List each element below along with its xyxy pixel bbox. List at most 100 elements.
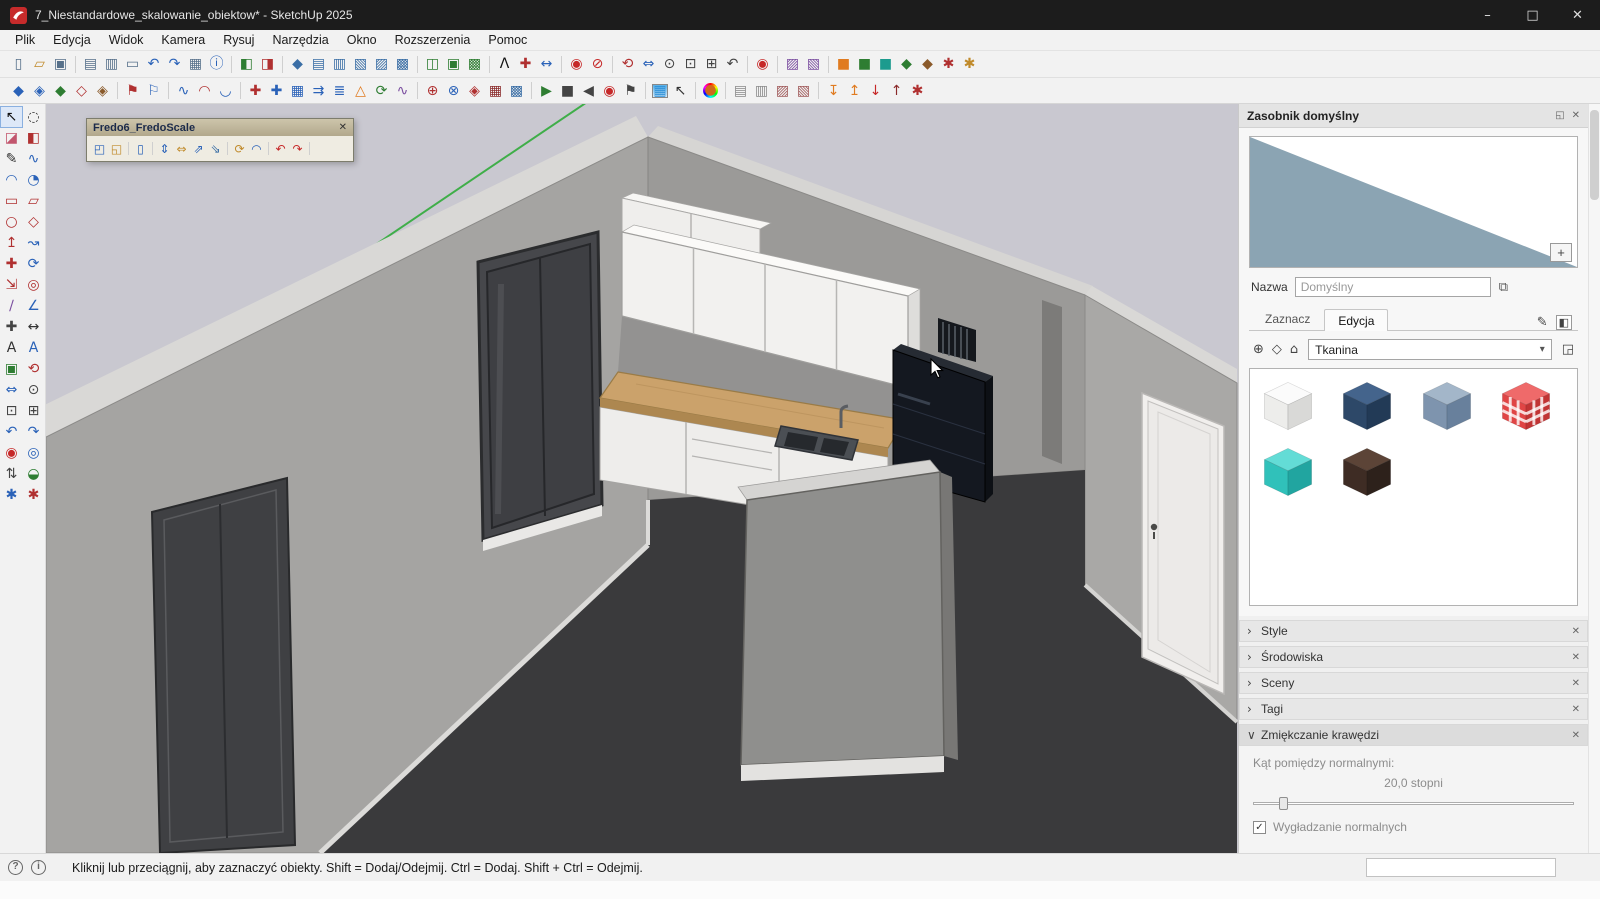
copy-button[interactable]: ▤ (80, 54, 101, 74)
fredoscale-close-icon[interactable]: ✕ (339, 122, 347, 133)
paste-button[interactable]: ▥ (101, 54, 122, 74)
extension-button[interactable]: ✱ (938, 54, 959, 74)
section-plane-tool-icon[interactable]: ▣ (1, 359, 22, 379)
import-down-button[interactable]: ↧ (823, 81, 844, 101)
material-name-input[interactable] (1295, 277, 1491, 297)
make-component-button[interactable]: ◧ (236, 54, 257, 74)
home-icon[interactable]: ⌂ (1290, 342, 1298, 357)
scrollbar-thumb[interactable] (1590, 110, 1599, 200)
eyedropper-icon[interactable]: ✎ (1537, 315, 1548, 330)
new-file-button[interactable]: ▯ (8, 54, 29, 74)
zoom-previous-button[interactable]: ↶ (722, 54, 743, 74)
match-photo-button[interactable]: ▧ (803, 54, 824, 74)
scene-pin-button[interactable]: ⚑ (620, 81, 641, 101)
pan-tool-icon[interactable]: ⇔ (1, 380, 22, 400)
materials-button[interactable]: ■ (875, 54, 896, 74)
zoom-extents-button[interactable]: ⊞ (701, 54, 722, 74)
scale-tool-icon[interactable]: ⇲ (1, 275, 22, 295)
material-swatch-teal[interactable] (1257, 442, 1319, 502)
move-array-button[interactable]: ✚ (245, 81, 266, 101)
subtract-button[interactable]: ◇ (71, 81, 92, 101)
section-close-icon[interactable]: ✕ (1572, 704, 1580, 715)
fs-undo-icon[interactable]: ↶ (272, 139, 289, 159)
fs-stretch-icon[interactable]: ▯ (132, 139, 149, 159)
viewport[interactable]: Fredo6_FredoScale ✕ ◰◱▯⇕⇔⇗⇘⟳◠↶↷ (46, 104, 1238, 853)
tray-section-bar[interactable]: › Tagi ✕ (1239, 698, 1588, 720)
tray-section-bar[interactable]: › Środowiska ✕ (1239, 646, 1588, 668)
create-material-button[interactable]: + (1550, 243, 1572, 262)
paint-sample-icon[interactable]: ◧ (1556, 315, 1572, 330)
material-type-dropdown[interactable]: Tkanina ▾ (1308, 339, 1552, 360)
lasso-tool-icon[interactable]: ◌ (23, 107, 44, 127)
hatch-cross-button[interactable]: ▧ (793, 81, 814, 101)
polygon-tool-icon[interactable]: ◇ (23, 212, 44, 232)
tray-scrollbar[interactable] (1588, 104, 1600, 853)
section-close-icon[interactable]: ✕ (1572, 730, 1580, 741)
image-tool-button[interactable]: ▨ (782, 54, 803, 74)
smooth-normals-checkbox[interactable]: ✓ (1253, 821, 1266, 834)
slider-thumb[interactable] (1279, 797, 1288, 810)
paint-bucket-button[interactable]: ◨ (257, 54, 278, 74)
fs-leftright-icon[interactable]: ⇔ (173, 139, 190, 159)
orbit-tool-icon[interactable]: ⟲ (23, 359, 44, 379)
material-swatch-red-gingham[interactable] (1495, 376, 1557, 436)
upload-button[interactable]: ↑ (886, 81, 907, 101)
browse-icon[interactable]: ◇ (1272, 342, 1282, 357)
stop-animation-button[interactable]: ■ (557, 81, 578, 101)
intersect-button[interactable]: ◈ (29, 81, 50, 101)
add-material-icon[interactable]: ⊕ (1253, 342, 1264, 357)
tray-close-icon[interactable]: ✕ (1572, 110, 1580, 121)
tape-measure-tool-icon[interactable]: ∕ (1, 296, 22, 316)
menu-item[interactable]: Rozszerzenia (386, 33, 480, 47)
add-detail-button[interactable]: ⊕ (422, 81, 443, 101)
record-scene-button[interactable]: ◉ (599, 81, 620, 101)
maximize-button[interactable]: □ (1510, 0, 1555, 30)
material-swatch-white[interactable] (1257, 376, 1319, 436)
components-button[interactable]: ■ (854, 54, 875, 74)
fs-redo-icon[interactable]: ↷ (289, 139, 306, 159)
front-view-button[interactable]: ▥ (329, 54, 350, 74)
protractor-tool-icon[interactable]: ∠ (23, 296, 44, 316)
fredoscale-title-bar[interactable]: Fredo6_FredoScale ✕ (87, 119, 353, 136)
follow-me-tool-icon[interactable]: ↝ (23, 233, 44, 253)
export-up-button[interactable]: ↥ (844, 81, 865, 101)
hatch-diagonal-button[interactable]: ▨ (772, 81, 793, 101)
grid-tool-button[interactable]: ▦ (287, 81, 308, 101)
paint-tool-icon[interactable]: ◧ (23, 128, 44, 148)
top-view-button[interactable]: ▤ (308, 54, 329, 74)
axes-tool-button[interactable]: ✚ (515, 54, 536, 74)
material-swatch-steel-blue[interactable] (1416, 376, 1478, 436)
distribute-button[interactable]: ⇉ (308, 81, 329, 101)
gear-button[interactable]: ✱ (907, 81, 928, 101)
eraser-tool-icon[interactable]: ◪ (1, 128, 22, 148)
loop-button[interactable]: ⟳ (371, 81, 392, 101)
left-view-button[interactable]: ▩ (392, 54, 413, 74)
model-info-button[interactable]: ⓘ (206, 54, 227, 74)
select-cursor-button[interactable]: ↖ (670, 81, 691, 101)
look-around-tool-icon[interactable]: ◎ (23, 443, 44, 463)
move-tool-icon[interactable]: ✚ (1, 254, 22, 274)
stamp-button[interactable]: ▦ (485, 81, 506, 101)
soften-edges-tool-icon[interactable]: ◒ (23, 464, 44, 484)
tab-edycja[interactable]: Edycja (1324, 309, 1388, 331)
zoom-button[interactable]: ⊙ (659, 54, 680, 74)
position-camera-tool-icon[interactable]: ◉ (1, 443, 22, 463)
push-pull-tool-icon[interactable]: ↥ (1, 233, 22, 253)
zoom-window-tool-icon[interactable]: ⊡ (1, 401, 22, 421)
rotate-tool-icon[interactable]: ⟳ (23, 254, 44, 274)
tray-pin-icon[interactable]: ◱ (1555, 110, 1564, 121)
material-swatch-dark-brown[interactable] (1336, 442, 1398, 502)
select-tool-icon[interactable]: ↖ (1, 107, 22, 127)
fs-diag-down-icon[interactable]: ⇘ (207, 139, 224, 159)
fs-taper-icon[interactable]: ◱ (108, 139, 125, 159)
tools-button[interactable]: ◆ (917, 54, 938, 74)
menu-item[interactable]: Okno (338, 33, 386, 47)
outer-shell-button[interactable]: ◆ (8, 81, 29, 101)
redo-button[interactable]: ↷ (164, 54, 185, 74)
circle-tool-icon[interactable]: ○ (1, 212, 22, 232)
section-fill-button[interactable]: ▩ (464, 54, 485, 74)
erase-button[interactable]: ▭ (122, 54, 143, 74)
section-soften-edges[interactable]: ∨ Zmiękczanie krawędzi ✕ (1239, 724, 1588, 746)
styles-button[interactable]: ◆ (896, 54, 917, 74)
copy-array-button[interactable]: ✚ (266, 81, 287, 101)
